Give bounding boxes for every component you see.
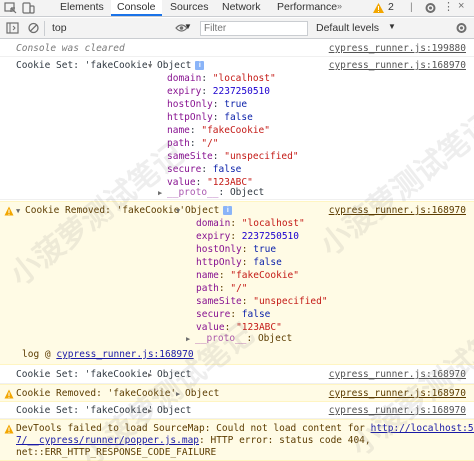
warning-icon [4,389,14,399]
console-settings-gear-icon[interactable] [455,22,468,34]
stack-trace: log @ cypress_runner.js:168970 [22,349,194,360]
separator: | [410,1,413,13]
message-text: Cookie Set: 'fakeCookie' [16,405,154,416]
console-message: Console was cleared cypress_runner.js:19… [0,40,474,57]
object-toggle[interactable]: ▶ Object [148,369,191,381]
prop-expiry: expiry: 2237250510 [167,86,270,97]
console-message-cookie-set: Cookie Set: 'fakeCookie' ▼ Object i cypres… [0,57,474,200]
warning-text-line-1: DevTools failed to load SourceMap: Could… [16,423,474,435]
warning-icon [4,206,14,216]
prop-samesite: sameSite: "unspecified" [167,151,299,162]
prop-path: path: "/" [167,138,219,149]
prop-path: path: "/" [196,283,248,294]
collapsed-triangle-icon: ▶ [148,407,153,415]
prop-secure: secure: false [167,164,242,175]
prop-proto[interactable]: ▶ __proto__: Object [158,187,264,199]
prop-httponly: httpOnly: false [167,112,253,123]
tab-console[interactable]: Console [111,0,162,16]
message-text: Cookie Removed: 'fakeCookie' [16,388,177,399]
console-message-cookie-set: Cookie Set: 'fakeCookie' ▶ Object cypress… [0,402,474,419]
expanded-triangle-icon: ▼ [176,207,181,215]
toolbar-divider [44,21,45,36]
message-text: Console was cleared [16,43,125,54]
tab-performance[interactable]: Performance [271,0,343,16]
warning-text-line-3: net::ERR_HTTP_RESPONSE_CODE_FAILURE [16,447,217,458]
tab-elements[interactable]: Elements [54,0,110,16]
console-warning-cookie-removed: Cookie Removed: 'fakeCookie' ▶ Object cyp… [0,384,474,402]
source-link[interactable]: cypress_runner.js:168970 [329,205,466,217]
collapsed-triangle-icon: ▶ [148,371,153,379]
more-options-icon[interactable]: ⋮ [443,0,454,13]
prop-samesite: sameSite: "unspecified" [196,296,328,307]
warning-count[interactable]: 2 [388,1,394,13]
prop-expiry: expiry: 2237250510 [196,231,299,242]
clear-console-icon[interactable] [27,22,40,34]
chevron-down-icon: ▼ [388,22,396,31]
source-link[interactable]: cypress_runner.js:168970 [329,405,466,417]
object-toggle[interactable]: ▶ Object [148,405,191,417]
inspect-element-icon[interactable] [4,2,17,14]
sidebar-toggle-icon[interactable] [6,22,19,34]
more-tabs-icon[interactable]: » [337,1,342,11]
console-message-cookie-set: Cookie Set: 'fakeCookie' ▶ Object cypress… [0,366,474,384]
source-link[interactable]: cypress_runner.js:168970 [329,388,466,400]
message-text[interactable]: ▼ Cookie Removed: 'fakeCookie' [16,205,185,217]
prop-name: name: "fakeCookie" [167,125,270,136]
object-toggle[interactable]: ▶ Object [176,388,219,400]
tab-sources[interactable]: Sources [164,0,215,16]
collapsed-triangle-icon: ▶ [186,335,191,343]
prop-proto[interactable]: ▶ __proto__: Object [186,333,292,345]
tab-network[interactable]: Network [216,0,267,16]
source-link[interactable]: cypress_runner.js:168970 [329,369,466,381]
eye-icon[interactable] [175,22,188,34]
close-devtools-icon[interactable]: × [458,0,464,12]
info-icon: i [223,206,233,215]
console-warning-cookie-removed: ▼ Cookie Removed: 'fakeCookie' ▼ Object i c… [0,201,474,365]
source-link[interactable]: cypress_runner.js:168970 [329,60,466,72]
console-warning-sourcemap: DevTools failed to load SourceMap: Could… [0,419,474,461]
prop-httponly: httpOnly: false [196,257,282,268]
settings-gear-icon[interactable] [424,2,437,14]
object-toggle[interactable]: ▼ Object i [176,205,233,217]
object-toggle[interactable]: ▼ Object i [148,60,205,72]
prop-hostonly: hostOnly: true [167,99,248,110]
warning-icon [373,3,384,13]
expanded-triangle-icon: ▼ [148,62,153,70]
source-link[interactable]: cypress_runner.js:199880 [329,43,466,55]
message-text: Cookie Set: 'fakeCookie' [16,369,154,380]
info-icon: i [195,61,205,70]
devtools-tab-bar: Elements Console Sources Network Perform… [0,0,474,17]
prop-domain: domain: "localhost" [167,73,276,84]
log-levels-dropdown[interactable]: Default levels [316,21,379,36]
collapsed-triangle-icon: ▶ [176,390,181,398]
sourcemap-link[interactable]: http://localhost:5132 [371,423,474,434]
device-toolbar-icon[interactable] [22,2,35,14]
context-select[interactable]: top [48,21,194,36]
collapsed-triangle-icon: ▶ [158,189,163,197]
prop-name: name: "fakeCookie" [196,270,299,281]
message-text: Cookie Set: 'fakeCookie' [16,60,154,71]
warning-icon [4,424,14,434]
expanded-triangle-icon: ▼ [16,207,21,215]
prop-domain: domain: "localhost" [196,218,305,229]
prop-secure: secure: false [196,309,271,320]
filter-input[interactable] [200,21,308,36]
prop-hostonly: hostOnly: true [196,244,277,255]
sourcemap-link-cont[interactable]: 7/__cypress/runner/popper.js.map [16,435,199,446]
stack-trace-link[interactable]: cypress_runner.js:168970 [56,349,193,360]
console-toolbar: top ▼ Default levels ▼ [0,18,474,39]
warning-text-line-2: 7/__cypress/runner/popper.js.map: HTTP e… [16,435,371,446]
